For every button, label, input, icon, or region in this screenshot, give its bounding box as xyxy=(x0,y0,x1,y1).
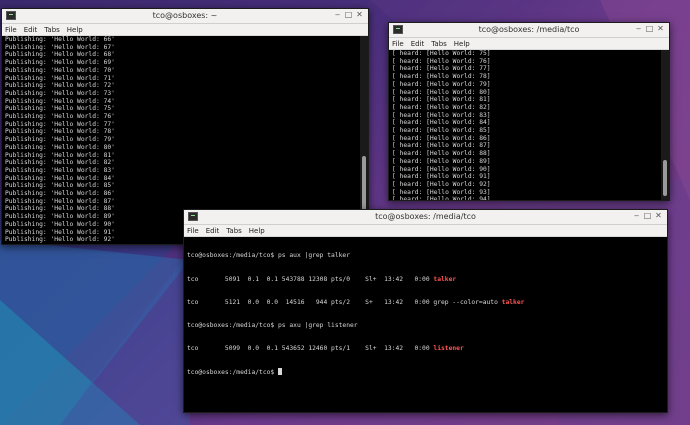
window-title: tco@osboxes: /media/tco xyxy=(375,212,476,221)
terminal-line: tco 5121 0.0 0.0 14516 944 pts/2 S+ 13:4… xyxy=(187,298,525,306)
close-icon[interactable]: ✕ xyxy=(355,10,364,19)
terminal-line: [ heard: [Hello World: 75] xyxy=(392,50,491,57)
terminal-line: Publishing: 'Hello World: 70' xyxy=(5,66,115,74)
terminal-line: Publishing: 'Hello World: 68' xyxy=(5,51,115,59)
text-cursor xyxy=(278,367,282,375)
terminal-line: [ heard: [Hello World: 94] xyxy=(392,196,491,200)
menu-help[interactable]: Help xyxy=(454,40,470,48)
menu-tabs[interactable]: Tabs xyxy=(431,40,447,48)
terminal-line: Publishing: 'Hello World: 75' xyxy=(5,105,115,113)
menu-tabs[interactable]: Tabs xyxy=(44,26,60,34)
menu-file[interactable]: File xyxy=(5,26,17,34)
titlebar[interactable]: tco@osboxes: /media/tco ‒ □ ✕ xyxy=(389,23,669,38)
terminal-line: Publishing: 'Hello World: 79' xyxy=(5,136,115,144)
terminal-line: [ heard: [Hello World: 92] xyxy=(392,180,491,188)
terminal-line: [ heard: [Hello World: 93] xyxy=(392,188,491,196)
menu-edit[interactable]: Edit xyxy=(206,227,220,235)
scrollbar[interactable] xyxy=(659,237,667,412)
terminal-line: Publishing: 'Hello World: 82' xyxy=(5,159,115,167)
terminal-line: tco@osboxes:/media/tco$ ps axu |grep lis… xyxy=(187,321,358,329)
terminal-line: Publishing: 'Hello World: 76' xyxy=(5,113,115,121)
menu-help[interactable]: Help xyxy=(67,26,83,34)
grep-match: talker xyxy=(501,298,525,306)
terminal-line: [ heard: [Hello World: 91] xyxy=(392,173,491,181)
terminal-line: [ heard: [Hello World: 88] xyxy=(392,150,491,158)
terminal-output[interactable]: tco@osboxes:/media/tco$ ps aux |grep tal… xyxy=(184,237,659,392)
terminal-line: [ heard: [Hello World: 90] xyxy=(392,165,491,173)
terminal-line: [ heard: [Hello World: 78] xyxy=(392,73,491,81)
terminal-line: Publishing: 'Hello World: 85' xyxy=(5,182,115,190)
menu-file[interactable]: File xyxy=(392,40,404,48)
menu-edit[interactable]: Edit xyxy=(411,40,425,48)
terminal-line: [ heard: [Hello World: 89] xyxy=(392,157,491,165)
menu-file[interactable]: File xyxy=(187,227,199,235)
terminal-line: [ heard: [Hello World: 85] xyxy=(392,127,491,135)
terminal-line: [ heard: [Hello World: 81] xyxy=(392,96,491,104)
window-title: tco@osboxes: ~ xyxy=(152,11,218,20)
titlebar[interactable]: tco@osboxes: /media/tco ‒ □ ✕ xyxy=(184,210,667,225)
minimize-icon[interactable]: ‒ xyxy=(634,24,643,33)
scrollbar[interactable] xyxy=(661,50,669,200)
menu-tabs[interactable]: Tabs xyxy=(226,227,242,235)
terminal-line: Publishing: 'Hello World: 66' xyxy=(5,36,115,43)
window-title: tco@osboxes: /media/tco xyxy=(478,25,580,34)
terminal-line: [ heard: [Hello World: 82] xyxy=(392,103,491,111)
terminal-line: Publishing: 'Hello World: 77' xyxy=(5,120,115,128)
menu-edit[interactable]: Edit xyxy=(24,26,38,34)
terminal-window-ps[interactable]: tco@osboxes: /media/tco ‒ □ ✕ File Edit … xyxy=(183,209,668,413)
close-icon[interactable]: ✕ xyxy=(654,211,663,220)
terminal-line: Publishing: 'Hello World: 67' xyxy=(5,43,115,51)
maximize-icon[interactable]: □ xyxy=(643,211,652,220)
terminal-line: [ heard: [Hello World: 84] xyxy=(392,119,491,127)
terminal-line: [ heard: [Hello World: 77] xyxy=(392,65,491,73)
terminal-line: tco@osboxes:/media/tco$ ps aux |grep tal… xyxy=(187,252,351,260)
close-icon[interactable]: ✕ xyxy=(656,24,665,33)
terminal-line: [ heard: [Hello World: 76] xyxy=(392,57,491,65)
menubar: File Edit Tabs Help xyxy=(2,24,368,36)
titlebar[interactable]: tco@osboxes: ~ ‒ □ ✕ xyxy=(2,9,368,24)
grep-match: listener xyxy=(433,344,464,352)
terminal-output[interactable]: [ heard: [Hello World: 75][ heard: [Hell… xyxy=(389,50,661,200)
maximize-icon[interactable]: □ xyxy=(344,10,353,19)
maximize-icon[interactable]: □ xyxy=(645,24,654,33)
terminal-line: Publishing: 'Hello World: 72' xyxy=(5,82,115,90)
terminal-line: Publishing: 'Hello World: 83' xyxy=(5,166,115,174)
menubar: File Edit Tabs Help xyxy=(184,225,667,237)
terminal-line: Publishing: 'Hello World: 78' xyxy=(5,128,115,136)
terminal-line: [ heard: [Hello World: 83] xyxy=(392,111,491,119)
minimize-icon[interactable]: ‒ xyxy=(333,10,342,19)
terminal-line: Publishing: 'Hello World: 69' xyxy=(5,59,115,67)
terminal-line: Publishing: 'Hello World: 87' xyxy=(5,197,115,205)
minimize-icon[interactable]: ‒ xyxy=(632,211,641,220)
terminal-line: tco 5091 0.1 0.1 543788 12308 pts/0 Sl+ … xyxy=(187,275,457,283)
grep-match: talker xyxy=(433,275,457,283)
terminal-window-listener[interactable]: tco@osboxes: /media/tco ‒ □ ✕ File Edit … xyxy=(388,22,670,201)
terminal-line: Publishing: 'Hello World: 86' xyxy=(5,190,115,198)
terminal-line: Publishing: 'Hello World: 73' xyxy=(5,89,115,97)
terminal-line: [ heard: [Hello World: 86] xyxy=(392,134,491,142)
terminal-line: Publishing: 'Hello World: 81' xyxy=(5,151,115,159)
menubar: File Edit Tabs Help xyxy=(389,38,669,50)
terminal-line: Publishing: 'Hello World: 71' xyxy=(5,74,115,82)
terminal-line: [ heard: [Hello World: 80] xyxy=(392,88,491,96)
terminal-prompt-line: tco@osboxes:/media/tco$ xyxy=(187,367,659,377)
terminal-line: Publishing: 'Hello World: 84' xyxy=(5,174,115,182)
terminal-line: Publishing: 'Hello World: 74' xyxy=(5,97,115,105)
terminal-line: Publishing: 'Hello World: 80' xyxy=(5,143,115,151)
scrollbar-thumb[interactable] xyxy=(663,160,667,196)
terminal-line: [ heard: [Hello World: 87] xyxy=(392,142,491,150)
terminal-line: tco 5099 0.0 0.1 543652 12460 pts/1 Sl+ … xyxy=(187,344,464,352)
menu-help[interactable]: Help xyxy=(249,227,265,235)
terminal-line: [ heard: [Hello World: 79] xyxy=(392,80,491,88)
